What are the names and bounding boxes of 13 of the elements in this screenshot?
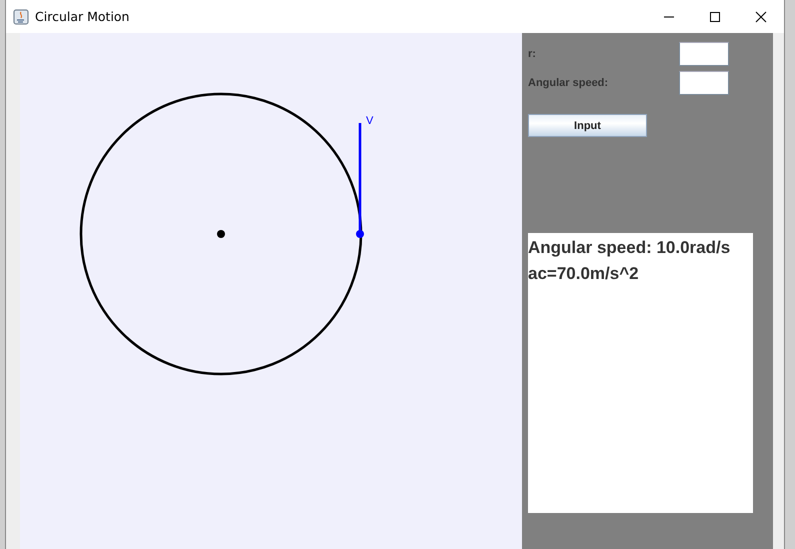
input-field[interactable]	[679, 70, 729, 94]
input-field[interactable]	[679, 42, 729, 66]
field-label: Angular speed:	[528, 76, 608, 88]
java-cup-icon	[13, 8, 29, 24]
velocity-label: V	[366, 115, 374, 127]
field-label: r:	[528, 48, 536, 60]
output-line: ac=70.0m/s^2	[528, 263, 640, 285]
input-button[interactable]: Input	[528, 114, 647, 137]
maximize-icon	[709, 10, 721, 22]
close-icon	[755, 10, 767, 22]
center-dot	[217, 230, 225, 238]
window-title: Circular Motion	[35, 9, 130, 24]
output-line: Angular speed: 10.0rad/s	[528, 237, 732, 259]
